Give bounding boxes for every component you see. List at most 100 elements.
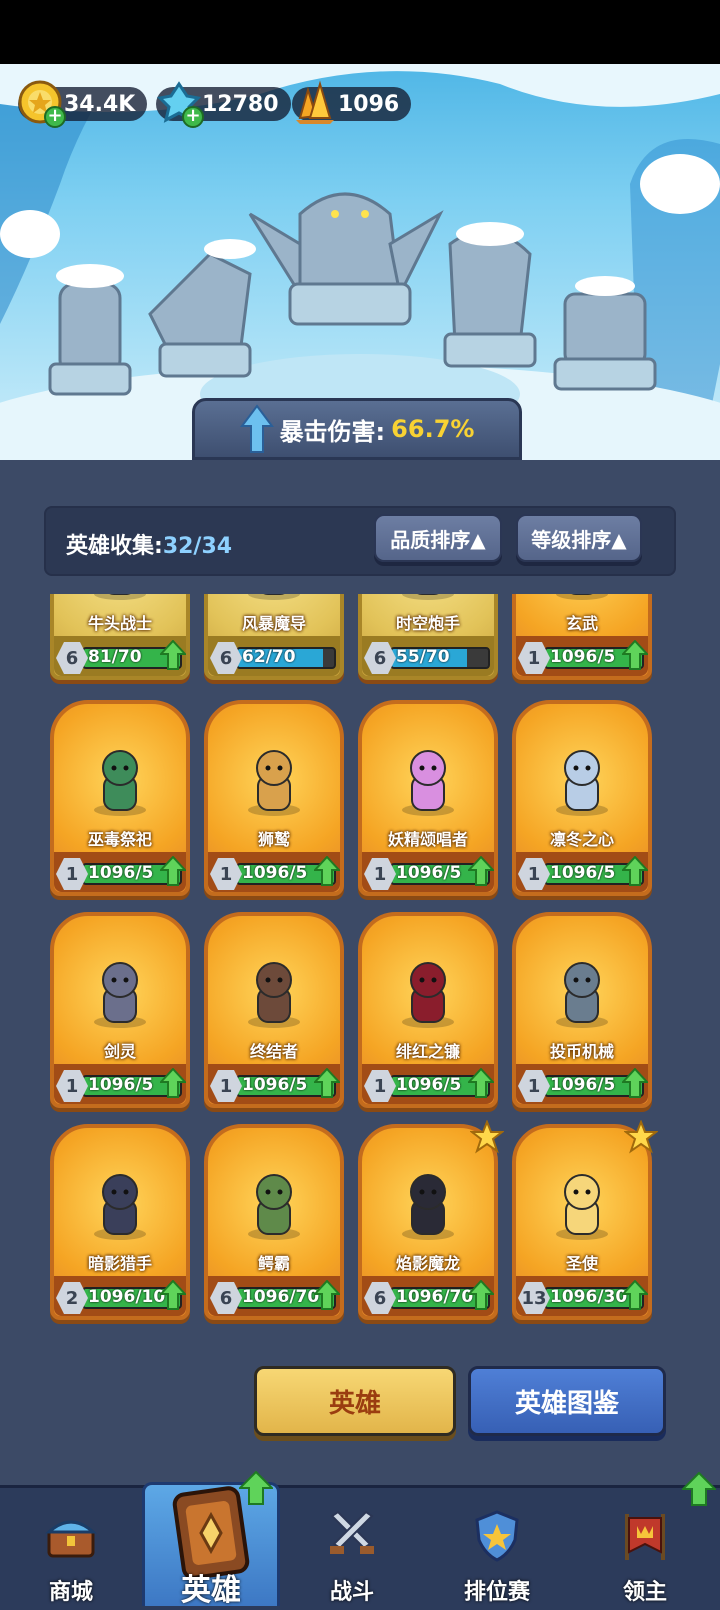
hero-shard-count: 55/70 — [396, 647, 450, 667]
upgrade-arrow-icon — [237, 1470, 275, 1505]
diamond-counter[interactable]: + 12780 — [156, 81, 291, 128]
hero-portrait-icon — [234, 952, 314, 1032]
upgrade-arrow-icon — [312, 1067, 342, 1098]
hero-name: 巫毒祭祀 — [87, 830, 152, 849]
upgrade-arrow-icon — [620, 1279, 650, 1310]
hero-tab-button[interactable]: 英雄 — [254, 1366, 456, 1436]
lord-banner-icon — [617, 1508, 673, 1564]
hero-portrait-icon — [542, 740, 622, 820]
hero-portrait-icon — [388, 740, 468, 820]
hero-name: 妖精颂唱者 — [387, 830, 468, 849]
hero-portrait-icon — [388, 952, 468, 1032]
hero-card[interactable]: 终结者 1 1096/5 — [204, 912, 344, 1108]
crit-damage-label: 暴击伤害: — [279, 417, 386, 446]
hero-card[interactable]: 玄武 1 1096/5 — [512, 594, 652, 680]
crit-damage-banner: 暴击伤害: 66.7% — [192, 398, 522, 460]
hero-card[interactable]: 牛头战士 6 81/70 — [50, 594, 190, 680]
hero-atlas-button[interactable]: 英雄图鉴 — [468, 1366, 666, 1436]
nav-item-label: 商城 — [48, 1580, 93, 1605]
hero-portrait-icon — [234, 740, 314, 820]
nav-item-2[interactable]: 英雄 — [142, 1470, 280, 1608]
hero-name: 终结者 — [249, 1042, 298, 1061]
upgrade-arrow-icon — [680, 1471, 718, 1506]
hero-name: 时空炮手 — [395, 614, 460, 633]
collection-title: 英雄收集:32/34 — [66, 528, 232, 560]
hero-card[interactable]: 风暴魔导 6 62/70 — [204, 594, 344, 680]
add-gold-plus-icon[interactable]: + — [44, 106, 66, 128]
hero-card[interactable]: 绯红之镰 1 1096/5 — [358, 912, 498, 1108]
add-diamond-plus-icon[interactable]: + — [182, 106, 204, 128]
hero-card[interactable]: 鳄霸 6 1096/70 — [204, 1124, 344, 1320]
hero-name: 投币机械 — [549, 1042, 614, 1061]
hero-card[interactable]: 焰影魔龙 6 1096/70 — [358, 1119, 505, 1320]
chest-icon — [43, 1508, 99, 1564]
hero-portrait-icon — [388, 1164, 468, 1244]
upgrade-arrow-icon — [158, 855, 188, 886]
hero-card[interactable]: 巫毒祭祀 1 1096/5 — [50, 700, 190, 896]
status-bar — [0, 0, 720, 64]
upgrade-arrow-icon — [158, 639, 188, 670]
nav-item-label: 英雄 — [181, 1573, 241, 1608]
hero-name: 圣使 — [565, 1254, 598, 1273]
hero-portrait-icon — [80, 740, 160, 820]
hero-name: 牛头战士 — [87, 614, 152, 633]
upgrade-arrow-icon — [620, 1067, 650, 1098]
upgrade-arrow-icon — [466, 1279, 496, 1310]
nav-item-3[interactable]: 战斗 — [282, 1486, 422, 1610]
hero-grid[interactable]: 牛头战士 6 81/70 风暴魔导 6 62/70 时空炮手 6 55/70 玄武 1 1096/5 巫… — [40, 594, 680, 1350]
hero-portrait-icon — [542, 594, 622, 604]
hero-portrait-icon — [542, 1164, 622, 1244]
hero-portrait-icon — [80, 1164, 160, 1244]
hero-name: 凛冬之心 — [549, 830, 614, 849]
nav-item-label: 战斗 — [329, 1580, 374, 1605]
hero-portrait-icon — [80, 594, 160, 604]
nav-item-4[interactable]: 排位赛 — [424, 1486, 570, 1610]
hero-card[interactable]: 时空炮手 6 55/70 — [358, 594, 498, 680]
gold-counter[interactable]: + 34.4K — [18, 80, 148, 128]
collection-label: 英雄收集: — [66, 534, 163, 559]
orange-crystal-icon — [296, 80, 334, 124]
hero-card[interactable]: 妖精颂唱者 1 1096/5 — [358, 700, 498, 896]
upgrade-arrow-icon — [312, 1279, 342, 1310]
hero-card[interactable]: 暗影猎手 2 1096/10 — [50, 1124, 190, 1320]
hero-name: 鳄霸 — [257, 1254, 290, 1273]
hero-name: 风暴魔导 — [241, 614, 306, 633]
star-icon — [469, 1119, 505, 1154]
crossed-swords-icon — [324, 1508, 380, 1564]
hero-card[interactable]: 投币机械 1 1096/5 — [512, 912, 652, 1108]
hero-shard-count: 62/70 — [242, 647, 296, 667]
crit-damage-value: 66.7% — [391, 415, 475, 443]
nav-item-label: 排位赛 — [463, 1580, 530, 1605]
upgrade-arrow-icon — [466, 1067, 496, 1098]
hero-card[interactable]: 狮鹫 1 1096/5 — [204, 700, 344, 896]
hero-portrait-icon — [234, 1164, 314, 1244]
hero-card[interactable]: 剑灵 1 1096/5 — [50, 912, 190, 1108]
sort-by-level-button[interactable]: 等级排序▲ — [516, 514, 642, 562]
hero-name: 剑灵 — [103, 1042, 136, 1061]
hero-card[interactable]: 圣使 13 1096/30 — [512, 1119, 659, 1320]
rank-shield-icon — [469, 1508, 525, 1564]
upgrade-arrow-icon — [466, 855, 496, 886]
star-icon — [623, 1119, 659, 1154]
crystal-counter: 1096 — [292, 80, 412, 124]
hero-portrait-icon — [234, 594, 314, 604]
up-arrow-icon — [239, 404, 274, 453]
nav-item-1[interactable]: 商城 — [0, 1486, 142, 1610]
hero-name: 暗影猎手 — [87, 1254, 152, 1273]
upgrade-arrow-icon — [620, 639, 650, 670]
nav-item-5[interactable]: 领主 — [570, 1471, 720, 1610]
collection-count: 32/34 — [162, 534, 233, 559]
hero-name: 狮鹫 — [257, 830, 290, 849]
upgrade-arrow-icon — [158, 1279, 188, 1310]
upgrade-arrow-icon — [312, 855, 342, 886]
hero-portrait-icon — [80, 952, 160, 1032]
upgrade-arrow-icon — [620, 855, 650, 886]
sort-by-quality-button[interactable]: 品质排序▲ — [374, 514, 502, 562]
upgrade-arrow-icon — [158, 1067, 188, 1098]
hero-name: 玄武 — [565, 614, 598, 633]
hero-name: 焰影魔龙 — [395, 1254, 460, 1273]
nav-item-label: 领主 — [622, 1580, 667, 1605]
hero-card[interactable]: 凛冬之心 1 1096/5 — [512, 700, 652, 896]
hero-portrait-icon — [388, 594, 468, 604]
hero-portrait-icon — [542, 952, 622, 1032]
